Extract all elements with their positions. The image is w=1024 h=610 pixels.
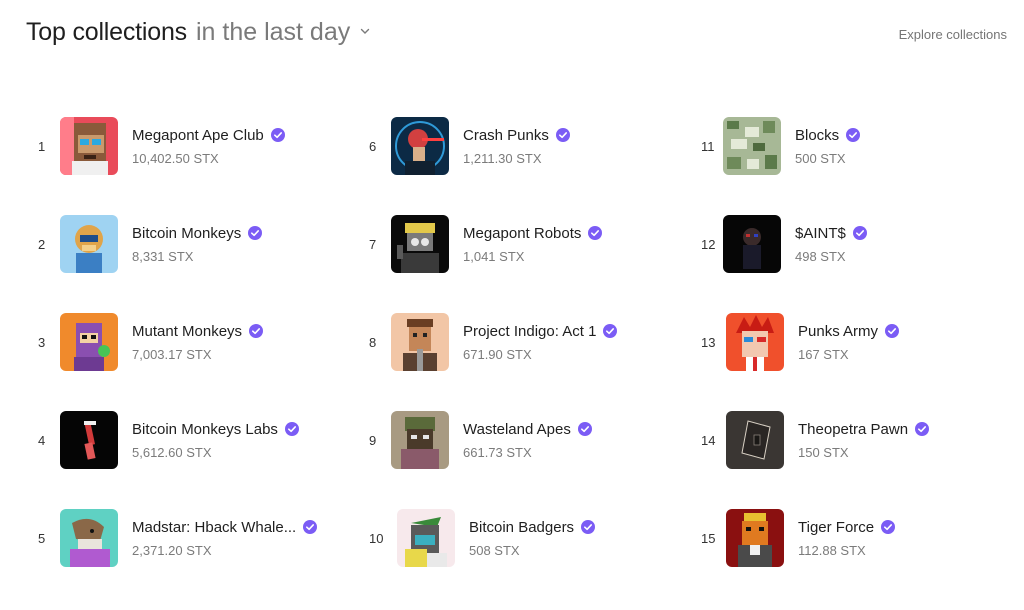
collection-rank: 5 bbox=[38, 530, 46, 546]
collection-volume: 167 STX bbox=[798, 346, 849, 362]
warrior-avatar-icon bbox=[391, 313, 449, 371]
collection-volume: 498 STX bbox=[795, 248, 846, 264]
collection-name: Bitcoin Monkeys Labs bbox=[132, 420, 278, 438]
verified-badge-icon bbox=[881, 520, 896, 534]
collection-volume: 8,331 STX bbox=[132, 248, 194, 264]
collection-name: Tiger Force bbox=[798, 518, 875, 536]
verified-badge-icon bbox=[603, 324, 618, 338]
dark-figure-avatar-icon bbox=[723, 215, 781, 273]
whale-avatar-icon bbox=[60, 509, 118, 567]
verified-badge-icon bbox=[577, 422, 592, 436]
ape-avatar-icon bbox=[60, 117, 118, 175]
verified-badge-icon bbox=[885, 324, 900, 338]
collection-rank: 3 bbox=[38, 334, 46, 350]
collection-rank: 14 bbox=[701, 432, 716, 448]
collection-item[interactable]: 5 Madstar: Hback Whale... 2,371.20 STX bbox=[38, 508, 318, 568]
collection-item[interactable]: 7 Megapont Robots 1,041 STX bbox=[369, 214, 603, 274]
collection-rank: 7 bbox=[369, 236, 377, 252]
collection-name: $AINT$ bbox=[795, 224, 846, 242]
collection-item[interactable]: 2 Bitcoin Monkeys 8,331 STX bbox=[38, 214, 263, 274]
verified-badge-icon bbox=[852, 226, 867, 240]
collection-name: Bitcoin Monkeys bbox=[132, 224, 242, 242]
collection-name: Project Indigo: Act 1 bbox=[463, 322, 597, 340]
collection-name: Megapont Ape Club bbox=[132, 126, 264, 144]
collection-volume: 2,371.20 STX bbox=[132, 542, 212, 558]
collection-item[interactable]: 14 Theopetra Pawn 150 STX bbox=[701, 410, 930, 470]
lab-vial-avatar-icon bbox=[60, 411, 118, 469]
collection-name: Megapont Robots bbox=[463, 224, 582, 242]
verified-badge-icon bbox=[588, 226, 603, 240]
collection-rank: 13 bbox=[701, 334, 716, 350]
verified-badge-icon bbox=[581, 520, 596, 534]
card-avatar-icon bbox=[726, 411, 784, 469]
collection-name: Crash Punks bbox=[463, 126, 549, 144]
collection-name: Bitcoin Badgers bbox=[469, 518, 575, 536]
collections-grid: 1 Megapont Ape Club 10,402.50 STX 2 Bitc… bbox=[0, 0, 1024, 610]
collection-name: Madstar: Hback Whale... bbox=[132, 518, 297, 536]
collection-item[interactable]: 4 Bitcoin Monkeys Labs 5,612.60 STX bbox=[38, 410, 299, 470]
collection-volume: 500 STX bbox=[795, 150, 846, 166]
collection-name: Punks Army bbox=[798, 322, 879, 340]
collection-rank: 6 bbox=[369, 138, 377, 154]
collection-rank: 8 bbox=[369, 334, 377, 350]
collection-item[interactable]: 9 Wasteland Apes 661.73 STX bbox=[369, 410, 592, 470]
collection-rank: 4 bbox=[38, 432, 46, 448]
verified-badge-icon bbox=[915, 422, 930, 436]
collection-volume: 508 STX bbox=[469, 542, 520, 558]
collection-item[interactable]: 12 $AINT$ 498 STX bbox=[701, 214, 867, 274]
verified-badge-icon bbox=[270, 128, 285, 142]
verified-badge-icon bbox=[248, 226, 263, 240]
monkey-avatar-icon bbox=[60, 215, 118, 273]
collection-item[interactable]: 15 Tiger Force 112.88 STX bbox=[701, 508, 896, 568]
collection-name: Blocks bbox=[795, 126, 840, 144]
verified-badge-icon bbox=[284, 422, 299, 436]
collection-item[interactable]: 8 Project Indigo: Act 1 671.90 STX bbox=[369, 312, 618, 372]
collection-item[interactable]: 10 Bitcoin Badgers 508 STX bbox=[369, 508, 596, 568]
verified-badge-icon bbox=[846, 128, 861, 142]
collection-volume: 112.88 STX bbox=[798, 542, 866, 558]
collection-rank: 2 bbox=[38, 236, 46, 252]
soldier-ape-avatar-icon bbox=[391, 411, 449, 469]
camo-blocks-avatar-icon bbox=[723, 117, 781, 175]
tiger-avatar-icon bbox=[726, 509, 784, 567]
collection-volume: 7,003.17 STX bbox=[132, 346, 212, 362]
punk-redhair-avatar-icon bbox=[726, 313, 784, 371]
verified-badge-icon bbox=[249, 324, 264, 338]
collection-volume: 10,402.50 STX bbox=[132, 150, 219, 166]
collection-volume: 671.90 STX bbox=[463, 346, 532, 362]
collection-rank: 12 bbox=[701, 236, 716, 252]
collection-item[interactable]: 11 Blocks 500 STX bbox=[701, 116, 861, 176]
collection-name: Wasteland Apes bbox=[463, 420, 571, 438]
collection-item[interactable]: 1 Megapont Ape Club 10,402.50 STX bbox=[38, 116, 285, 176]
collection-volume: 1,041 STX bbox=[463, 248, 525, 264]
punk-robot-avatar-icon bbox=[391, 117, 449, 175]
badger-avatar-icon bbox=[397, 509, 455, 567]
collection-rank: 1 bbox=[38, 138, 46, 154]
collection-item[interactable]: 3 Mutant Monkeys 7,003.17 STX bbox=[38, 312, 264, 372]
collection-name: Mutant Monkeys bbox=[132, 322, 243, 340]
collection-name: Theopetra Pawn bbox=[798, 420, 909, 438]
collection-rank: 15 bbox=[701, 530, 716, 546]
collection-volume: 150 STX bbox=[798, 444, 849, 460]
collection-item[interactable]: 13 Punks Army 167 STX bbox=[701, 312, 900, 372]
collection-volume: 1,211.30 STX bbox=[463, 150, 542, 166]
collection-item[interactable]: 6 Crash Punks 1,211.30 STX bbox=[369, 116, 570, 176]
collection-volume: 5,612.60 STX bbox=[132, 444, 212, 460]
verified-badge-icon bbox=[555, 128, 570, 142]
verified-badge-icon bbox=[303, 520, 318, 534]
collection-rank: 10 bbox=[369, 530, 384, 546]
collection-rank: 11 bbox=[701, 138, 715, 154]
robot-avatar-icon bbox=[391, 215, 449, 273]
mutant-monkey-avatar-icon bbox=[60, 313, 118, 371]
collection-volume: 661.73 STX bbox=[463, 444, 532, 460]
collection-rank: 9 bbox=[369, 432, 377, 448]
